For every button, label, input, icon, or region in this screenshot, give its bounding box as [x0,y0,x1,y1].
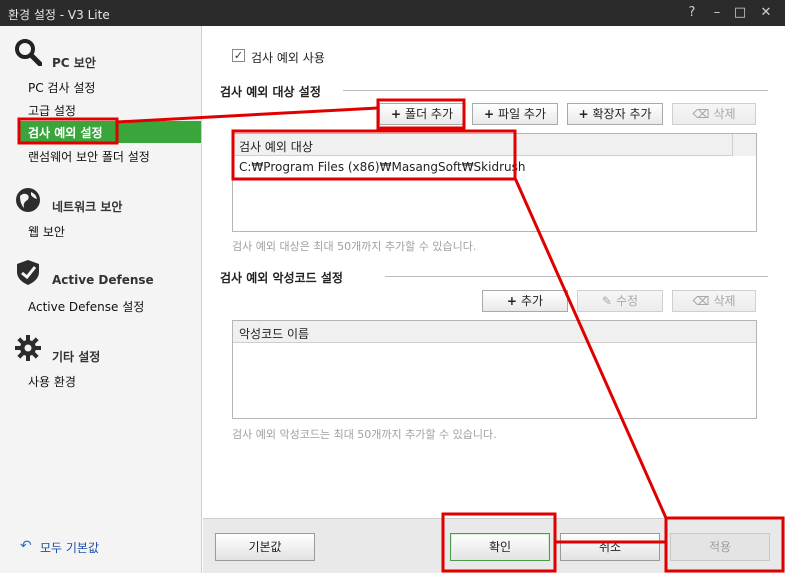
plus-icon: + [483,107,495,121]
minimize-button[interactable]: – [708,4,726,22]
close-button[interactable]: ✕ [757,4,775,22]
sidebar-item-active-defense-settings[interactable]: Active Defense 설정 [28,298,144,315]
exclusion-settings-panel: ✓ 검사 예외 사용 검사 예외 대상 설정 + 폴더 추가 + 파일 추가 + 확장… [203,26,785,573]
plus-icon: + [390,107,402,121]
add-folder-button[interactable]: + 폴더 추가 [379,103,465,125]
gear-icon [14,334,42,362]
ok-button[interactable]: 확인 [450,533,550,561]
plus-icon: + [506,294,517,308]
column-header-filler [732,134,756,156]
settings-sidebar: PC 보안 PC 검사 설정 고급 설정 검사 예외 설정 랜섬웨어 보안 폴더… [0,26,202,573]
add-file-button[interactable]: + 파일 추가 [472,103,558,125]
sidebar-item-usage-environment[interactable]: 사용 환경 [28,373,76,390]
sidebar-item-web-security[interactable]: 웹 보안 [28,223,65,240]
window-title: 환경 설정 - V3 Lite [8,8,110,22]
section-title-other-settings: 기타 설정 [52,350,101,364]
section-title-pc-security: PC 보안 [52,56,96,70]
sidebar-item-advanced-settings[interactable]: 고급 설정 [28,102,76,119]
exclusion-malware-list[interactable]: 악성코드 이름 [232,320,757,419]
eraser-icon: ⌫ [692,294,710,308]
targets-column-header[interactable]: 검사 예외 대상 [233,134,732,156]
section-divider [343,90,768,91]
section-divider [385,276,768,277]
magnifier-icon [14,38,43,67]
malware-section-title: 검사 예외 악성코드 설정 [220,271,343,285]
shield-icon [14,258,42,286]
reset-all-label: 모두 기본값 [40,541,100,555]
globe-icon [14,186,42,214]
enable-exclusion-label: 검사 예외 사용 [251,51,325,65]
eraser-icon: ⌫ [692,107,710,121]
edit-malware-button[interactable]: ✎ 수정 [577,290,663,312]
plus-icon: + [578,107,589,121]
undo-icon: ↶ [20,538,32,554]
maximize-button[interactable]: □ [731,4,749,22]
delete-target-button[interactable]: ⌫ 삭제 [672,103,756,125]
default-button[interactable]: 기본값 [215,533,315,561]
apply-button[interactable]: 적용 [670,533,770,561]
enable-exclusion-checkbox[interactable]: ✓ [232,49,245,62]
exclusion-targets-list[interactable]: 검사 예외 대상 C:₩Program Files (x86)₩MasangSo… [232,133,757,232]
section-title-network-security: 네트워크 보안 [52,200,123,214]
title-bar: 환경 설정 - V3 Lite ? – □ ✕ [0,0,785,26]
list-item[interactable]: C:₩Program Files (x86)₩MasangSoft₩Skidru… [239,160,525,174]
sidebar-item-scan-exclusion[interactable]: 검사 예외 설정 [18,121,201,143]
targets-hint: 검사 예외 대상은 최대 50개까지 추가할 수 있습니다. [232,240,477,253]
add-malware-button[interactable]: + 추가 [482,290,568,312]
cancel-button[interactable]: 취소 [560,533,660,561]
delete-malware-button[interactable]: ⌫ 삭제 [672,290,756,312]
dialog-footer: 기본값 확인 취소 적용 [203,518,785,573]
add-extension-button[interactable]: + 확장자 추가 [567,103,663,125]
malware-hint: 검사 예외 악성코드는 최대 50개까지 추가할 수 있습니다. [232,428,497,441]
help-button[interactable]: ? [683,4,701,22]
pencil-icon: ✎ [601,294,612,308]
section-title-active-defense: Active Defense [52,273,154,287]
sidebar-item-ransomware-folders[interactable]: 랜섬웨어 보안 폴더 설정 [28,148,150,165]
sidebar-item-pc-scan-settings[interactable]: PC 검사 설정 [28,79,95,96]
targets-section-title: 검사 예외 대상 설정 [220,85,321,99]
malware-column-header[interactable]: 악성코드 이름 [233,321,756,343]
